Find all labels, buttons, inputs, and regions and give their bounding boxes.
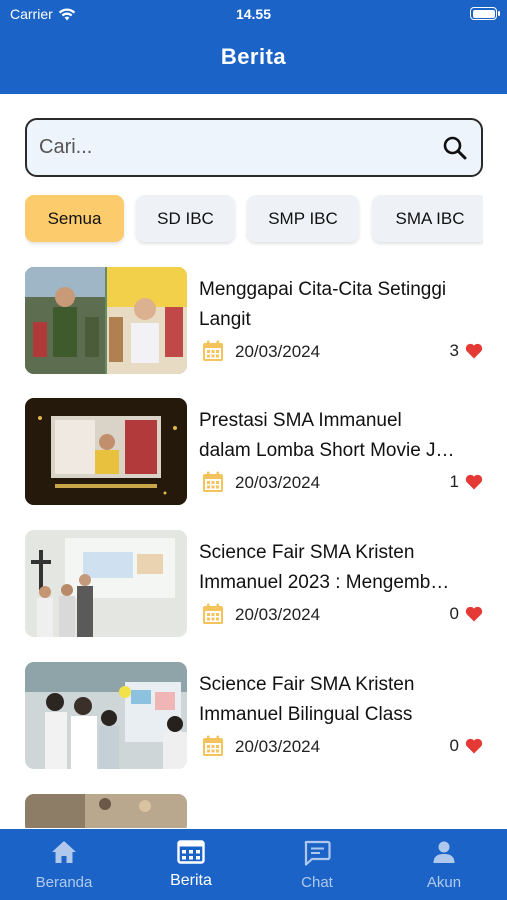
- chip-smp-ibc[interactable]: SMP IBC: [247, 195, 359, 242]
- news-title: Menggapai Cita-Cita Setinggi Langit: [199, 275, 483, 335]
- heart-icon: [465, 343, 483, 359]
- calendar-icon: [203, 340, 223, 361]
- calendar-icon: [203, 735, 223, 756]
- news-item[interactable]: Menggapai Cita-Cita Setinggi Langit 20/0…: [25, 267, 483, 377]
- news-title: Science Fair SMA Kristen Immanuel Biling…: [199, 670, 483, 730]
- news-meta: 20/03/2024 3: [199, 339, 483, 365]
- news-icon: [177, 840, 205, 864]
- calendar-icon: [203, 471, 223, 492]
- bottom-navigation: Beranda Berita Chat Akun: [0, 829, 507, 900]
- like-count: 0: [449, 604, 459, 623]
- like-button[interactable]: 3: [450, 341, 483, 361]
- chip-sma-ibc[interactable]: SMA IBC: [372, 195, 483, 242]
- like-button[interactable]: 1: [450, 472, 483, 492]
- news-date: 20/03/2024: [235, 737, 321, 756]
- news-date: 20/03/2024: [235, 342, 321, 361]
- news-list: Menggapai Cita-Cita Setinggi Langit 20/0…: [0, 258, 507, 828]
- nav-chat[interactable]: Chat: [254, 829, 380, 900]
- news-thumbnail: [25, 398, 187, 505]
- news-title-line: dalam Lomba Short Movie J…: [199, 440, 455, 461]
- chip-semua[interactable]: Semua: [25, 195, 124, 242]
- app-header: Carrier 14.55 Berita: [0, 0, 507, 94]
- nav-label: Berita: [170, 872, 212, 889]
- nav-berita[interactable]: Berita: [128, 829, 254, 900]
- news-thumbnail: [25, 267, 187, 374]
- chip-label: SD IBC: [157, 208, 214, 228]
- nav-akun[interactable]: Akun: [381, 829, 507, 900]
- chip-label: SMA IBC: [395, 208, 465, 228]
- status-bar: Carrier 14.55: [0, 0, 507, 28]
- news-title-line: Menggapai Cita-Cita Setinggi: [199, 279, 447, 300]
- news-title: Prestasi SMA Immanuel dalam Lomba Short …: [199, 406, 483, 466]
- news-thumbnail: [25, 530, 187, 637]
- heart-icon: [465, 738, 483, 754]
- news-meta: 20/03/2024 1: [199, 470, 483, 496]
- like-button[interactable]: 0: [450, 604, 483, 624]
- news-item[interactable]: Science Fair SMA Kristen Immanuel Biling…: [25, 662, 483, 772]
- news-title-line: Prestasi SMA Immanuel: [199, 410, 402, 431]
- nav-label: Akun: [426, 874, 462, 891]
- news-title-line: Science Fair SMA Kristen: [199, 542, 415, 563]
- news-meta: 20/03/2024 0: [199, 602, 483, 628]
- like-count: 0: [449, 736, 459, 755]
- status-time: 14.55: [235, 6, 272, 22]
- account-icon: [433, 841, 455, 863]
- news-date: 20/03/2024: [235, 605, 321, 624]
- chip-sd-ibc[interactable]: SD IBC: [136, 195, 235, 242]
- like-count: 3: [449, 341, 459, 360]
- category-filter: Semua SD IBC SMP IBC SMA IBC: [25, 194, 483, 246]
- chip-label: SMP IBC: [268, 208, 338, 228]
- battery-icon: [470, 7, 500, 20]
- news-title-line: Langit: [199, 309, 251, 330]
- page-title: Berita: [220, 44, 287, 69]
- home-icon: [52, 841, 76, 863]
- chat-icon: [304, 840, 331, 866]
- heart-icon: [465, 474, 483, 490]
- news-item[interactable]: Science Fair SMA Kristen Immanuel 2023 :…: [25, 530, 483, 640]
- like-count: 1: [449, 472, 459, 491]
- search-bar: [25, 118, 483, 177]
- calendar-icon: [203, 603, 223, 624]
- heart-icon: [465, 606, 483, 622]
- like-button[interactable]: 0: [450, 736, 483, 756]
- news-title-line: Science Fair SMA Kristen: [199, 674, 415, 695]
- search-input[interactable]: [39, 120, 429, 175]
- search-icon[interactable]: [441, 134, 469, 162]
- news-title-line: Immanuel Bilingual Class: [199, 704, 413, 725]
- news-thumbnail-partial[interactable]: [25, 794, 187, 828]
- nav-label: Chat: [301, 874, 333, 891]
- news-meta: 20/03/2024 0: [199, 734, 483, 760]
- nav-label: Beranda: [35, 874, 93, 891]
- nav-beranda[interactable]: Beranda: [1, 829, 127, 900]
- news-item[interactable]: Prestasi SMA Immanuel dalam Lomba Short …: [25, 398, 483, 508]
- news-date: 20/03/2024: [235, 473, 321, 492]
- news-title-line: Immanuel 2023 : Mengemb…: [199, 572, 450, 593]
- news-thumbnail: [25, 662, 187, 769]
- chip-label: Semua: [47, 208, 102, 228]
- news-title: Science Fair SMA Kristen Immanuel 2023 :…: [199, 538, 483, 598]
